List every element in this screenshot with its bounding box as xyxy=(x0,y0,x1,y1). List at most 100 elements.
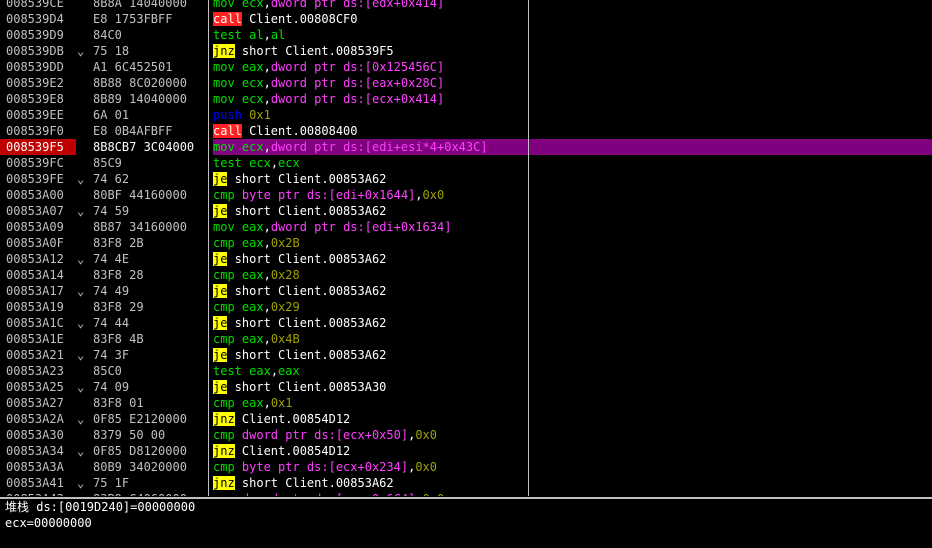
hex-bytes: 0F85 E2120000 xyxy=(93,412,187,426)
instruction-cell: jnz Client.00854D12 xyxy=(213,443,932,459)
disasm-row[interactable]: 008539E2 8B88 8C020000 mov ecx,dword ptr d… xyxy=(0,75,932,91)
disasm-row[interactable]: 008539D4 E8 1753FBFF call Client.00808CF0 xyxy=(0,11,932,27)
instruction-token: short Client.00853A62 xyxy=(234,476,394,490)
disasm-row[interactable]: 00853A12 ⌄ 74 4E je short Client.00853A62 xyxy=(0,251,932,267)
bytes-cell: 8B8CB7 3C04000 xyxy=(77,139,208,155)
instruction-token: 0x0 xyxy=(415,428,437,442)
instruction-cell: test ecx,ecx xyxy=(213,155,932,171)
disasm-row[interactable]: 00853A14 83F8 28 cmp eax,0x28 xyxy=(0,267,932,283)
address-cell: 00853A09 xyxy=(6,220,64,234)
disasm-row[interactable]: 00853A27 83F8 01 cmp eax,0x1 xyxy=(0,395,932,411)
disasm-row[interactable]: 008539DB ⌄ 75 18 jnz short Client.008539F5 xyxy=(0,43,932,59)
instruction-token: eax xyxy=(241,396,264,410)
instruction-token: , xyxy=(263,236,271,250)
instruction-token: , xyxy=(263,140,271,154)
address-cell: 008539EE xyxy=(6,108,64,122)
instruction-token: mov xyxy=(213,60,242,74)
disasm-row[interactable]: 00853A43 83B9 C4060000 cmp dword ptr ds:[e… xyxy=(0,491,932,496)
disasm-row[interactable]: 00853A1C ⌄ 74 44 je short Client.00853A62 xyxy=(0,315,932,331)
disasm-row[interactable]: 00853A3A 80B9 34020000 cmp byte ptr ds:[ec… xyxy=(0,459,932,475)
disasm-row[interactable]: 008539E8 8B89 14040000 mov ecx,dword ptr d… xyxy=(0,91,932,107)
address-cell: 008539FC xyxy=(6,156,64,170)
instruction-token: , xyxy=(270,364,279,378)
disasm-row[interactable]: 00853A34 ⌄ 0F85 D8120000 jnz Client.00854D1… xyxy=(0,443,932,459)
bytes-cell: 8B88 8C020000 xyxy=(77,75,208,91)
instruction-token: cmp xyxy=(213,332,242,346)
instruction-token: short Client.00853A62 xyxy=(227,204,387,218)
jump-marker-icon: ⌄ xyxy=(77,444,85,458)
disasm-row[interactable]: 00853A41 ⌄ 75 1F jnz short Client.00853A62 xyxy=(0,475,932,491)
disasm-row[interactable]: 008539CE 8B8A 14040000 mov ecx,dword ptr d… xyxy=(0,0,932,11)
instruction-token: 0x28 xyxy=(270,268,300,282)
hex-bytes: 74 62 xyxy=(93,172,130,186)
instruction-cell: je short Client.00853A62 xyxy=(213,283,932,299)
disasm-row[interactable]: 008539DD A1 6C452501 mov eax,dword ptr ds:… xyxy=(0,59,932,75)
instruction-token: eax xyxy=(241,332,264,346)
instruction-cell: je short Client.00853A30 xyxy=(213,379,932,395)
bytes-cell: 6A 01 xyxy=(77,107,208,123)
disasm-row[interactable]: 008539F0 E8 0B4AFBFF call Client.00808400 xyxy=(0,123,932,139)
bytes-cell: ⌄ 74 09 xyxy=(77,379,208,395)
instruction-token: jnz xyxy=(213,412,235,426)
instruction-token: dword ptr ds:[eax+0x28C] xyxy=(270,76,445,90)
instruction-cell: jnz Client.00854D12 xyxy=(213,411,932,427)
instruction-token: short Client.00853A62 xyxy=(227,252,387,266)
instruction-cell: test eax,eax xyxy=(213,363,932,379)
instruction-token: cmp xyxy=(213,188,242,202)
instruction-token: 0x0 xyxy=(415,460,437,474)
column-divider-instruction[interactable] xyxy=(528,0,529,496)
disasm-row[interactable]: 00853A21 ⌄ 74 3F je short Client.00853A62 xyxy=(0,347,932,363)
instruction-cell: cmp byte ptr ds:[ecx+0x234],0x0 xyxy=(213,459,932,475)
hex-bytes: 8B8CB7 3C04000 xyxy=(93,140,195,154)
instruction-token: eax xyxy=(241,300,264,314)
instruction-cell: mov eax,dword ptr ds:[0x125456C] xyxy=(213,59,932,75)
column-divider-bytes[interactable] xyxy=(208,0,209,496)
disasm-row[interactable]: 00853A30 8379 50 00 cmp dword ptr ds:[ecx+… xyxy=(0,427,932,443)
disasm-row[interactable]: 00853A2A ⌄ 0F85 E2120000 jnz Client.00854D1… xyxy=(0,411,932,427)
instruction-token: mov xyxy=(213,92,242,106)
disasm-row[interactable]: 00853A0F 83F8 2B cmp eax,0x2B xyxy=(0,235,932,251)
bytes-cell: 83F8 29 xyxy=(77,299,208,315)
disasm-row[interactable]: 00853A19 83F8 29 cmp eax,0x29 xyxy=(0,299,932,315)
disasm-row[interactable]: 00853A00 80BF 44160000 cmp byte ptr ds:[ed… xyxy=(0,187,932,203)
hex-bytes: 75 1F xyxy=(93,476,130,490)
disasm-row[interactable]: 00853A09 8B87 34160000 mov eax,dword ptr d… xyxy=(0,219,932,235)
disasm-row[interactable]: 00853A07 ⌄ 74 59 je short Client.00853A62 xyxy=(0,203,932,219)
bytes-cell: 80BF 44160000 xyxy=(77,187,208,203)
disasm-row-selected[interactable]: 008539F5 8B8CB7 3C04000 mov ecx,dword ptr … xyxy=(0,139,932,155)
disasm-row[interactable]: 00853A1E 83F8 4B cmp eax,0x4B xyxy=(0,331,932,347)
address-cell: 00853A17 xyxy=(6,284,64,298)
address-cell: 00853A30 xyxy=(6,428,64,442)
address-cell: 008539CE xyxy=(6,0,64,10)
hex-bytes: 74 3F xyxy=(93,348,130,362)
instruction-token: dword ptr ds:[ecx+0x414] xyxy=(270,92,445,106)
disasm-row[interactable]: 008539D9 84C0 test al,al xyxy=(0,27,932,43)
instruction-token: Client.00808400 xyxy=(241,124,358,138)
disasm-row[interactable]: 00853A25 ⌄ 74 09 je short Client.00853A30 xyxy=(0,379,932,395)
disasm-row[interactable]: 00853A17 ⌄ 74 49 je short Client.00853A62 xyxy=(0,283,932,299)
address-cell: 008539DD xyxy=(6,60,64,74)
info-panel[interactable]: 堆栈 ds:[0019D240]=00000000 ecx=00000000 xyxy=(0,497,932,548)
instruction-token: eax xyxy=(278,364,300,378)
disasm-row[interactable]: 008539FC 85C9 test ecx,ecx xyxy=(0,155,932,171)
instruction-token: je xyxy=(213,348,228,362)
instruction-cell: cmp dword ptr ds:[ecx+0x6C4],0x0 xyxy=(213,491,932,496)
instruction-token: test xyxy=(213,156,250,170)
instruction-cell: je short Client.00853A62 xyxy=(213,251,932,267)
instruction-token: cmp xyxy=(213,300,242,314)
disasm-row[interactable]: 00853A23 85C0 test eax,eax xyxy=(0,363,932,379)
hex-bytes: 84C0 xyxy=(93,28,122,42)
bytes-cell: 83F8 2B xyxy=(77,235,208,251)
instruction-token: cmp xyxy=(213,236,242,250)
instruction-token: eax xyxy=(241,268,264,282)
instruction-token: short Client.00853A30 xyxy=(227,380,387,394)
address-cell: 00853A2A xyxy=(6,412,64,426)
disasm-row[interactable]: 008539FE ⌄ 74 62 je short Client.00853A62 xyxy=(0,171,932,187)
info-line-register: ecx=00000000 xyxy=(5,516,92,530)
disassembly-rows[interactable]: 008539CE 8B8A 14040000 mov ecx,dword ptr d… xyxy=(0,0,932,496)
hex-bytes: 0F85 D8120000 xyxy=(93,444,187,458)
disasm-row[interactable]: 008539EE 6A 01 push 0x1 xyxy=(0,107,932,123)
instruction-cell: cmp eax,0x29 xyxy=(213,299,932,315)
disassembly-pane[interactable]: 008539CE 8B8A 14040000 mov ecx,dword ptr d… xyxy=(0,0,932,496)
hex-bytes: 83F8 29 xyxy=(93,300,144,314)
